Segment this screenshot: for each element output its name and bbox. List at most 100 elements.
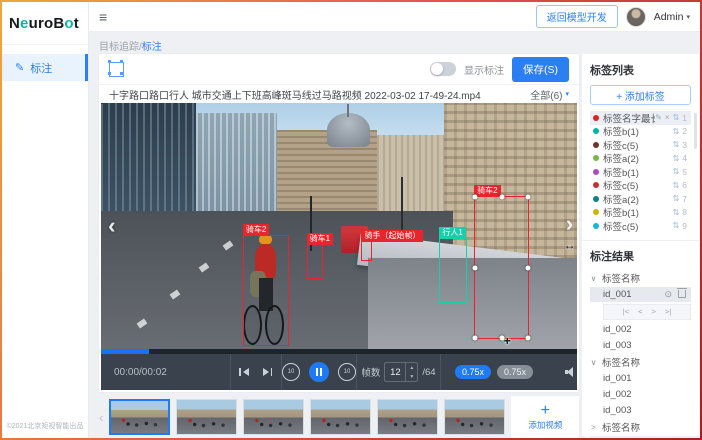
breadcrumb-parent[interactable]: 目标追踪 bbox=[99, 42, 139, 53]
video-thumbnail[interactable] bbox=[377, 399, 438, 435]
add-tag-button[interactable]: + 添加标签 bbox=[590, 85, 691, 105]
resize-handle[interactable] bbox=[473, 195, 478, 200]
pause-button[interactable] bbox=[309, 362, 329, 382]
prev-video-chevron[interactable]: ‹ bbox=[108, 216, 115, 236]
annotation-bbox[interactable]: 骑手（起始帧） bbox=[361, 241, 372, 261]
next-video-chevron[interactable]: › bbox=[566, 214, 573, 234]
video-thumbnail[interactable] bbox=[109, 399, 170, 435]
tag-list-item[interactable]: 标签b(1)⇅2 bbox=[590, 125, 691, 139]
back-to-model-dev-button[interactable]: 返回模型开发 bbox=[536, 5, 618, 28]
chevron-collapsed-icon[interactable]: > bbox=[590, 423, 597, 432]
forward-10-icon[interactable]: 10 bbox=[338, 363, 356, 381]
chevron-expanded-icon[interactable]: ∨ bbox=[590, 274, 597, 283]
result-item[interactable]: id_003 bbox=[590, 338, 691, 353]
frame-number-value[interactable]: 12 bbox=[385, 363, 405, 381]
step-down-icon[interactable]: ▼ bbox=[406, 372, 417, 381]
sidebar-item-annotate[interactable]: ✎ 标注 bbox=[2, 54, 88, 81]
pager-first-icon[interactable]: |< bbox=[623, 307, 629, 316]
speed-pill-secondary[interactable]: 0.75x bbox=[497, 365, 533, 379]
tag-list-item[interactable]: 标签a(2)⇅4 bbox=[590, 152, 691, 166]
delete-result-icon[interactable] bbox=[678, 290, 686, 298]
result-item[interactable]: id_003 bbox=[590, 403, 691, 418]
tag-list-item[interactable]: 标签c(5)⇅3 bbox=[590, 138, 691, 152]
result-item-id: id_001 bbox=[603, 289, 632, 300]
resize-handle[interactable] bbox=[499, 195, 504, 200]
result-group-header[interactable]: ∨标签名称 bbox=[590, 355, 691, 370]
speed-pill-active[interactable]: 0.75x bbox=[455, 365, 491, 379]
tag-list-item[interactable]: 标签c(5)⇅6 bbox=[590, 179, 691, 193]
tag-name: 标签c(5) bbox=[603, 178, 638, 192]
tag-list-item[interactable]: 标签名字最长数...✎×⇅1 bbox=[590, 111, 691, 125]
sort-tag-icon[interactable]: ⇅ bbox=[673, 127, 680, 136]
result-item[interactable]: id_001 ⊙ bbox=[590, 287, 691, 302]
sort-tag-icon[interactable]: ⇅ bbox=[673, 167, 680, 176]
resize-handle[interactable] bbox=[526, 195, 531, 200]
frame-stepper[interactable]: ▲▼ bbox=[405, 363, 417, 381]
video-filter-label: 全部(6) bbox=[530, 87, 562, 102]
delete-tag-icon[interactable]: × bbox=[665, 113, 670, 122]
tag-color-dot bbox=[593, 155, 599, 161]
tag-list-item[interactable]: 标签c(5)⇅9 bbox=[590, 219, 691, 233]
result-group-header[interactable]: >标签名称 bbox=[590, 420, 691, 435]
resize-handle[interactable] bbox=[473, 265, 478, 270]
video-thumbnail[interactable] bbox=[243, 399, 304, 435]
sort-tag-icon[interactable]: ⇅ bbox=[673, 113, 680, 122]
next-frame-button[interactable] bbox=[263, 368, 273, 376]
annotation-bbox[interactable]: 骑车2 bbox=[243, 235, 289, 346]
pager-next-icon[interactable]: > bbox=[652, 307, 656, 316]
result-item[interactable]: id_002 bbox=[590, 387, 691, 402]
tag-list-item[interactable]: 标签b(1)⇅8 bbox=[590, 206, 691, 220]
user-avatar[interactable] bbox=[626, 7, 646, 27]
pencil-icon: ✎ bbox=[15, 61, 24, 74]
video-title-row: 十字路口路口行人 城市交通上下班高峰斑马线过马路视频 2022-03-02 17… bbox=[99, 85, 579, 103]
save-button[interactable]: 保存(S) bbox=[512, 57, 569, 82]
tag-color-dot bbox=[593, 223, 599, 229]
sort-tag-icon[interactable]: ⇅ bbox=[673, 154, 680, 163]
annotation-bbox[interactable]: 骑车2 bbox=[474, 196, 529, 339]
tag-list-item[interactable]: 标签b(1)⇅5 bbox=[590, 165, 691, 179]
scrollbar-thumb[interactable] bbox=[694, 113, 697, 149]
edit-tag-icon[interactable]: ✎ bbox=[655, 113, 662, 122]
video-thumbnail[interactable] bbox=[176, 399, 237, 435]
rewind-10-icon[interactable]: 10 bbox=[282, 363, 300, 381]
video-thumbnail[interactable] bbox=[310, 399, 371, 435]
result-item[interactable]: id_002 bbox=[590, 322, 691, 337]
prev-frame-button[interactable] bbox=[239, 368, 249, 376]
annotation-bbox[interactable]: 骑车1 bbox=[307, 244, 323, 278]
filmstrip-prev-chevron[interactable]: ‹ bbox=[99, 410, 103, 425]
rect-select-tool-icon[interactable] bbox=[109, 62, 124, 77]
video-canvas[interactable]: ‹ › ↔ + 骑车2骑车1骑手（起始帧）行人1骑车2 bbox=[101, 103, 577, 349]
annotation-label: 骑车2 bbox=[474, 185, 500, 197]
frame-number-input[interactable]: 12 ▲▼ bbox=[384, 362, 418, 382]
video-progress-bar[interactable] bbox=[101, 349, 577, 354]
result-item[interactable]: id_001 bbox=[590, 371, 691, 386]
tag-order-number: 1 bbox=[682, 113, 687, 123]
resize-handle[interactable] bbox=[526, 265, 531, 270]
video-filter-dropdown[interactable]: 全部(6) ▾ bbox=[530, 87, 569, 102]
resize-handle[interactable] bbox=[526, 336, 531, 341]
sort-tag-icon[interactable]: ⇅ bbox=[673, 208, 680, 217]
resize-handle[interactable] bbox=[473, 336, 478, 341]
sort-tag-icon[interactable]: ⇅ bbox=[673, 221, 680, 230]
video-thumbnail[interactable] bbox=[444, 399, 505, 435]
tag-icons: ⇅7 bbox=[673, 194, 687, 204]
step-up-icon[interactable]: ▲ bbox=[406, 363, 417, 372]
volume-icon[interactable] bbox=[565, 367, 577, 377]
annotation-bbox[interactable]: 行人1 bbox=[439, 238, 467, 303]
sort-tag-icon[interactable]: ⇅ bbox=[673, 181, 680, 190]
add-video-button[interactable]: + 添加视频 bbox=[511, 396, 579, 438]
sort-tag-icon[interactable]: ⇅ bbox=[673, 194, 680, 203]
logo-text-accent: o bbox=[64, 15, 73, 32]
tag-icons: ⇅3 bbox=[673, 140, 687, 150]
result-group-header[interactable]: ∨标签名称 bbox=[590, 271, 691, 286]
sort-tag-icon[interactable]: ⇅ bbox=[673, 140, 680, 149]
pager-prev-icon[interactable]: < bbox=[638, 307, 642, 316]
show-annotation-toggle[interactable] bbox=[430, 62, 456, 76]
tag-list-item[interactable]: 标签a(2)⇅7 bbox=[590, 192, 691, 206]
user-menu[interactable]: Admin ▾ bbox=[654, 11, 690, 23]
annotation-label: 骑手（起始帧） bbox=[361, 230, 423, 242]
collapse-menu-icon[interactable]: ≡ bbox=[99, 9, 107, 25]
track-icon[interactable]: ⊙ bbox=[664, 289, 672, 300]
pager-last-icon[interactable]: >| bbox=[665, 307, 671, 316]
chevron-expanded-icon[interactable]: ∨ bbox=[590, 358, 597, 367]
